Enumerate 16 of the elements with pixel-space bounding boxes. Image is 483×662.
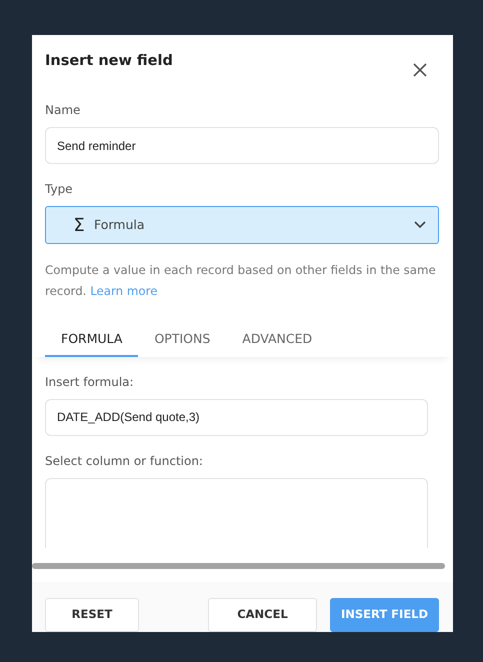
action-button[interactable]: CANCEL [208, 598, 317, 632]
field-label: Type [45, 181, 74, 198]
name-input[interactable]: Send reminder [45, 127, 439, 164]
tab[interactable]: ADVANCED [226, 326, 328, 357]
field-label: Insert formula: [45, 374, 135, 391]
chevron-down-icon [414, 221, 426, 229]
action-button[interactable]: RESET [45, 598, 139, 632]
formula-input[interactable]: DATE_ADD(Send quote,3) [45, 398, 428, 436]
type-select[interactable]: Σ Formula [45, 206, 439, 244]
scrollbar[interactable] [32, 563, 445, 569]
tab[interactable]: FORMULA [45, 326, 138, 357]
dialog-title: Insert new field [45, 53, 173, 70]
field-label: Select column or function: [45, 452, 204, 470]
tab[interactable]: OPTIONS [138, 326, 226, 357]
field-label: Name [45, 102, 82, 119]
help-text: Compute a value in each record based on other fields in the same record. Learn more [45, 262, 437, 300]
